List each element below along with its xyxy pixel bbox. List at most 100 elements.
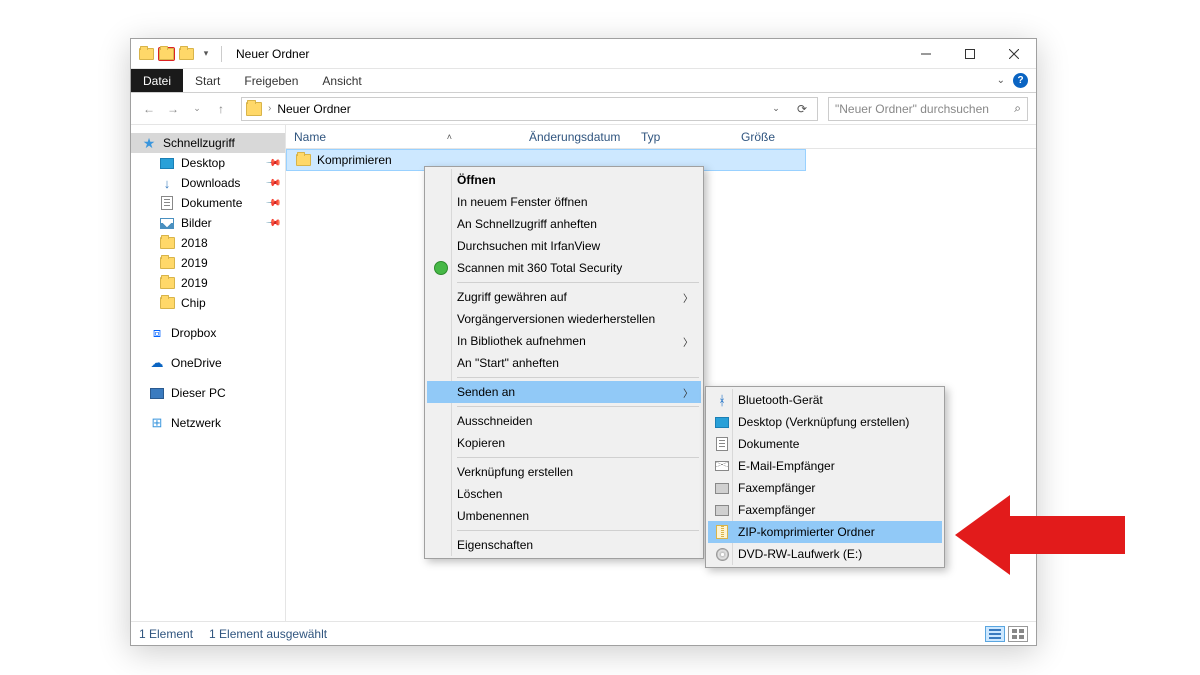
chevron-right-icon: 〉 (683, 334, 693, 349)
ctx-properties[interactable]: Eigenschaften (427, 534, 701, 556)
dvd-icon (714, 546, 730, 562)
folder-icon (295, 152, 311, 168)
tab-start[interactable]: Start (183, 69, 232, 92)
sidebar-item-dieserpc[interactable]: Dieser PC (131, 383, 285, 403)
desktop-icon (714, 414, 730, 430)
ribbon-expand-icon[interactable]: ⌄ (997, 75, 1005, 86)
document-icon (714, 436, 730, 452)
network-icon: ⊞ (149, 415, 165, 431)
ctx-irfanview[interactable]: Durchsuchen mit IrfanView (427, 235, 701, 257)
ctx-delete[interactable]: Löschen (427, 483, 701, 505)
context-menu: Öffnen In neuem Fenster öffnen An Schnel… (424, 166, 704, 559)
folder-icon (137, 45, 155, 63)
nav-recent-icon[interactable]: ⌄ (187, 99, 207, 119)
maximize-button[interactable] (948, 40, 992, 68)
navigation-pane: ★ Schnellzugriff Desktop 📌 ↓ Downloads 📌… (131, 125, 286, 621)
document-icon (159, 195, 175, 211)
star-icon: ★ (141, 135, 157, 151)
new-folder-icon[interactable] (177, 45, 195, 63)
sendto-zip-folder[interactable]: ZIP-komprimierter Ordner (708, 521, 942, 543)
sendto-desktop[interactable]: Desktop (Verknüpfung erstellen) (708, 411, 942, 433)
ctx-add-to-library[interactable]: In Bibliothek aufnehmen〉 (427, 330, 701, 352)
address-path: Neuer Ordner (277, 102, 350, 116)
column-size[interactable]: Größe (733, 130, 808, 144)
sidebar-item-2019a[interactable]: 2019 (131, 253, 285, 273)
view-details-button[interactable] (985, 626, 1005, 642)
address-bar[interactable]: › Neuer Ordner ⌄ ⟳ (241, 97, 818, 121)
sendto-fax-2[interactable]: Faxempfänger (708, 499, 942, 521)
chevron-right-icon[interactable]: › (268, 103, 271, 114)
ctx-open-new-window[interactable]: In neuem Fenster öffnen (427, 191, 701, 213)
ctx-pin-start[interactable]: An "Start" anheften (427, 352, 701, 374)
navigation-bar: ← → ⌄ ↑ › Neuer Ordner ⌄ ⟳ "Neuer Ordner… (131, 93, 1036, 125)
sendto-bluetooth[interactable]: ᚼ Bluetooth-Gerät (708, 389, 942, 411)
folder-icon (159, 275, 175, 291)
status-selected: 1 Element ausgewählt (209, 627, 327, 641)
desktop-icon (159, 155, 175, 171)
sendto-dokumente[interactable]: Dokumente (708, 433, 942, 455)
onedrive-icon: ☁ (149, 355, 165, 371)
sidebar-item-netzwerk[interactable]: ⊞ Netzwerk (131, 413, 285, 433)
scan-icon (433, 260, 449, 276)
ctx-cut[interactable]: Ausschneiden (427, 410, 701, 432)
folder-icon (159, 235, 175, 251)
sidebar-item-bilder[interactable]: Bilder 📌 (131, 213, 285, 233)
pc-icon (149, 385, 165, 401)
address-dropdown-icon[interactable]: ⌄ (765, 98, 787, 120)
sidebar-item-desktop[interactable]: Desktop 📌 (131, 153, 285, 173)
folder-icon (159, 255, 175, 271)
column-date[interactable]: Änderungsdatum (521, 130, 633, 144)
dropbox-icon: ⧈ (149, 325, 165, 341)
sidebar-item-dropbox[interactable]: ⧈ Dropbox (131, 323, 285, 343)
column-type[interactable]: Typ (633, 130, 733, 144)
tab-datei[interactable]: Datei (131, 69, 183, 92)
search-icon[interactable]: ⌕ (1014, 101, 1021, 116)
window-title: Neuer Ordner (236, 47, 309, 61)
sidebar-item-chip[interactable]: Chip (131, 293, 285, 313)
nav-up-icon[interactable]: ↑ (211, 99, 231, 119)
zip-icon (714, 524, 730, 540)
ctx-scan-360[interactable]: Scannen mit 360 Total Security (427, 257, 701, 279)
ctx-rename[interactable]: Umbenennen (427, 505, 701, 527)
sort-ascending-icon: ˄ (447, 132, 452, 142)
tab-freigeben[interactable]: Freigeben (232, 69, 310, 92)
ctx-create-shortcut[interactable]: Verknüpfung erstellen (427, 461, 701, 483)
ribbon-tabs: Datei Start Freigeben Ansicht ⌄ ? (131, 69, 1036, 93)
ctx-pin-quickaccess[interactable]: An Schnellzugriff anheften (427, 213, 701, 235)
tab-ansicht[interactable]: Ansicht (310, 69, 373, 92)
view-icons-button[interactable] (1008, 626, 1028, 642)
nav-forward-icon[interactable]: → (163, 99, 183, 119)
refresh-icon[interactable]: ⟳ (791, 98, 813, 120)
ctx-restore-versions[interactable]: Vorgängerversionen wiederherstellen (427, 308, 701, 330)
nav-back-icon[interactable]: ← (139, 99, 159, 119)
column-headers: Name ˄ Änderungsdatum Typ Größe (286, 125, 1036, 149)
annotation-arrow (955, 490, 1125, 580)
sendto-dvd-drive[interactable]: DVD-RW-Laufwerk (E:) (708, 543, 942, 565)
ctx-open[interactable]: Öffnen (427, 169, 701, 191)
search-input[interactable]: "Neuer Ordner" durchsuchen ⌕ (828, 97, 1028, 121)
sidebar-item-schnellzugriff[interactable]: ★ Schnellzugriff (131, 133, 285, 153)
chevron-right-icon: 〉 (683, 290, 693, 305)
sidebar-item-2018[interactable]: 2018 (131, 233, 285, 253)
sendto-fax-1[interactable]: Faxempfänger (708, 477, 942, 499)
ctx-copy[interactable]: Kopieren (427, 432, 701, 454)
properties-icon[interactable] (157, 45, 175, 63)
status-bar: 1 Element 1 Element ausgewählt (131, 621, 1036, 645)
help-icon[interactable]: ? (1013, 73, 1028, 88)
bluetooth-icon: ᚼ (714, 392, 730, 408)
sidebar-item-2019b[interactable]: 2019 (131, 273, 285, 293)
sidebar-item-dokumente[interactable]: Dokumente 📌 (131, 193, 285, 213)
folder-icon (159, 295, 175, 311)
qat-dropdown-icon[interactable]: ▾ (197, 45, 215, 63)
sendto-email[interactable]: E-Mail-Empfänger (708, 455, 942, 477)
file-name: Komprimieren (317, 153, 392, 167)
ctx-grant-access[interactable]: Zugriff gewähren auf〉 (427, 286, 701, 308)
sidebar-item-onedrive[interactable]: ☁ OneDrive (131, 353, 285, 373)
minimize-button[interactable] (904, 40, 948, 68)
close-button[interactable] (992, 40, 1036, 68)
sidebar-item-downloads[interactable]: ↓ Downloads 📌 (131, 173, 285, 193)
ctx-send-to[interactable]: Senden an〉 (427, 381, 701, 403)
column-name[interactable]: Name ˄ (286, 130, 521, 144)
quick-access-toolbar: ▾ Neuer Ordner (131, 45, 309, 63)
address-folder-icon (246, 102, 262, 116)
